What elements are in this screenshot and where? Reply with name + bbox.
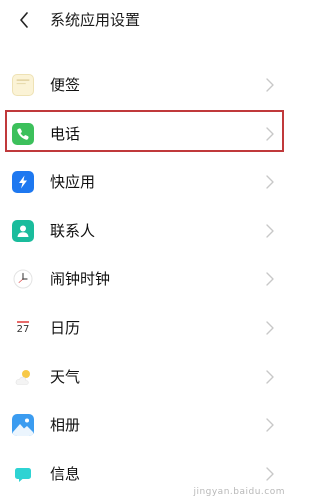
list-item-label: 联系人 bbox=[50, 221, 96, 240]
page-title: 系统应用设置 bbox=[50, 11, 141, 29]
list-item-label: 天气 bbox=[50, 367, 81, 386]
list-item-weather[interactable]: 天气 bbox=[0, 354, 289, 403]
clock-icon bbox=[12, 268, 34, 290]
chevron-right-icon bbox=[266, 418, 274, 432]
list-item-phone[interactable]: 电话 bbox=[0, 111, 289, 160]
header: 系统应用设置 bbox=[0, 0, 289, 40]
chevron-right-icon bbox=[266, 126, 274, 141]
list-item-label: 闹钟时钟 bbox=[50, 270, 111, 289]
calendar-date: 27 bbox=[16, 323, 30, 335]
weather-icon bbox=[12, 366, 34, 388]
list-item-label: 快应用 bbox=[50, 173, 96, 192]
chevron-right-icon bbox=[266, 224, 274, 238]
list-item-label: 信息 bbox=[50, 464, 81, 483]
list-item-label: 日历 bbox=[50, 318, 81, 337]
watermark: jingyan.baidu.com bbox=[193, 487, 285, 497]
chevron-right-icon bbox=[266, 369, 274, 384]
quick-app-icon bbox=[12, 171, 34, 194]
chevron-right-icon bbox=[266, 175, 274, 189]
list-item-label: 相册 bbox=[50, 416, 81, 435]
chevron-right-icon bbox=[266, 467, 274, 481]
messages-icon bbox=[12, 463, 34, 485]
chevron-right-icon bbox=[266, 78, 274, 92]
phone-icon bbox=[12, 122, 34, 145]
list-item-clock[interactable]: 闹钟时钟 bbox=[0, 256, 289, 305]
list-item-label: 电话 bbox=[50, 124, 81, 143]
list-item-gallery[interactable]: 相册 bbox=[0, 402, 289, 451]
notes-icon bbox=[12, 74, 34, 96]
chevron-right-icon bbox=[266, 272, 274, 287]
list-item-calendar[interactable]: 27 日历 bbox=[0, 305, 289, 354]
list-item-notes[interactable]: 便签 bbox=[0, 62, 289, 111]
back-button[interactable] bbox=[14, 9, 34, 31]
contacts-icon bbox=[12, 219, 34, 242]
gallery-icon bbox=[12, 414, 34, 437]
settings-list: 便签 电话 快应用 联系人 闹钟时钟 27 日历 天气 相册 信息 bbox=[0, 62, 289, 499]
chevron-right-icon bbox=[266, 321, 274, 335]
list-item-quick-app[interactable]: 快应用 bbox=[0, 159, 289, 208]
calendar-icon: 27 bbox=[12, 316, 34, 339]
list-item-contacts[interactable]: 联系人 bbox=[0, 208, 289, 257]
list-item-label: 便签 bbox=[50, 76, 81, 94]
chevron-left-icon bbox=[20, 12, 28, 28]
